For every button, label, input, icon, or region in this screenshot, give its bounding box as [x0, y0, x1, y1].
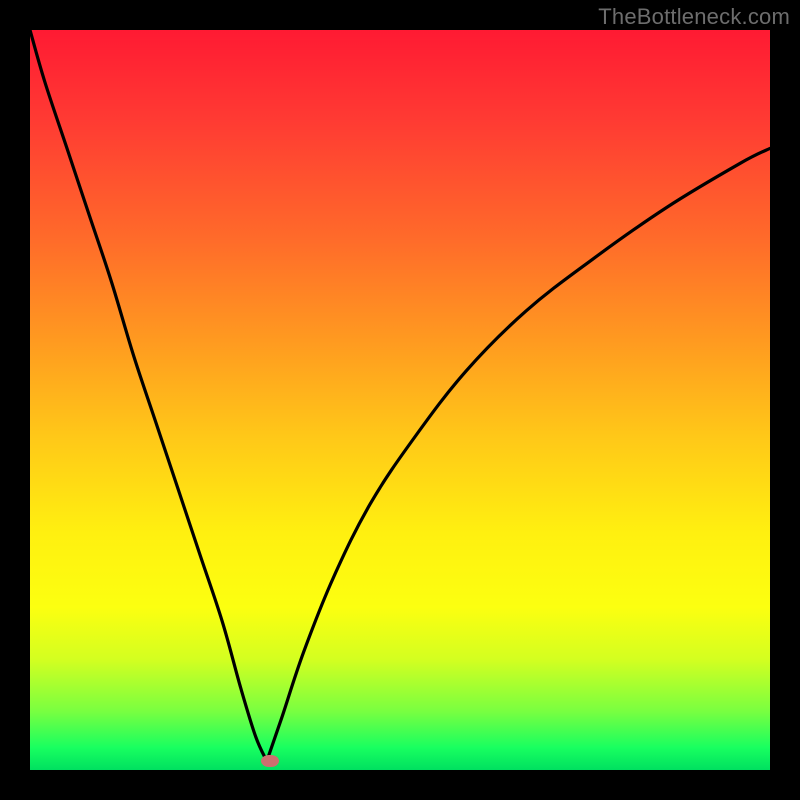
watermark-text: TheBottleneck.com — [598, 4, 790, 30]
chart-frame: TheBottleneck.com — [0, 0, 800, 800]
curve-right-branch — [267, 148, 770, 761]
bottleneck-curve — [30, 30, 770, 770]
plot-area — [30, 30, 770, 770]
minimum-marker — [261, 755, 279, 767]
curve-left-branch — [30, 30, 267, 761]
